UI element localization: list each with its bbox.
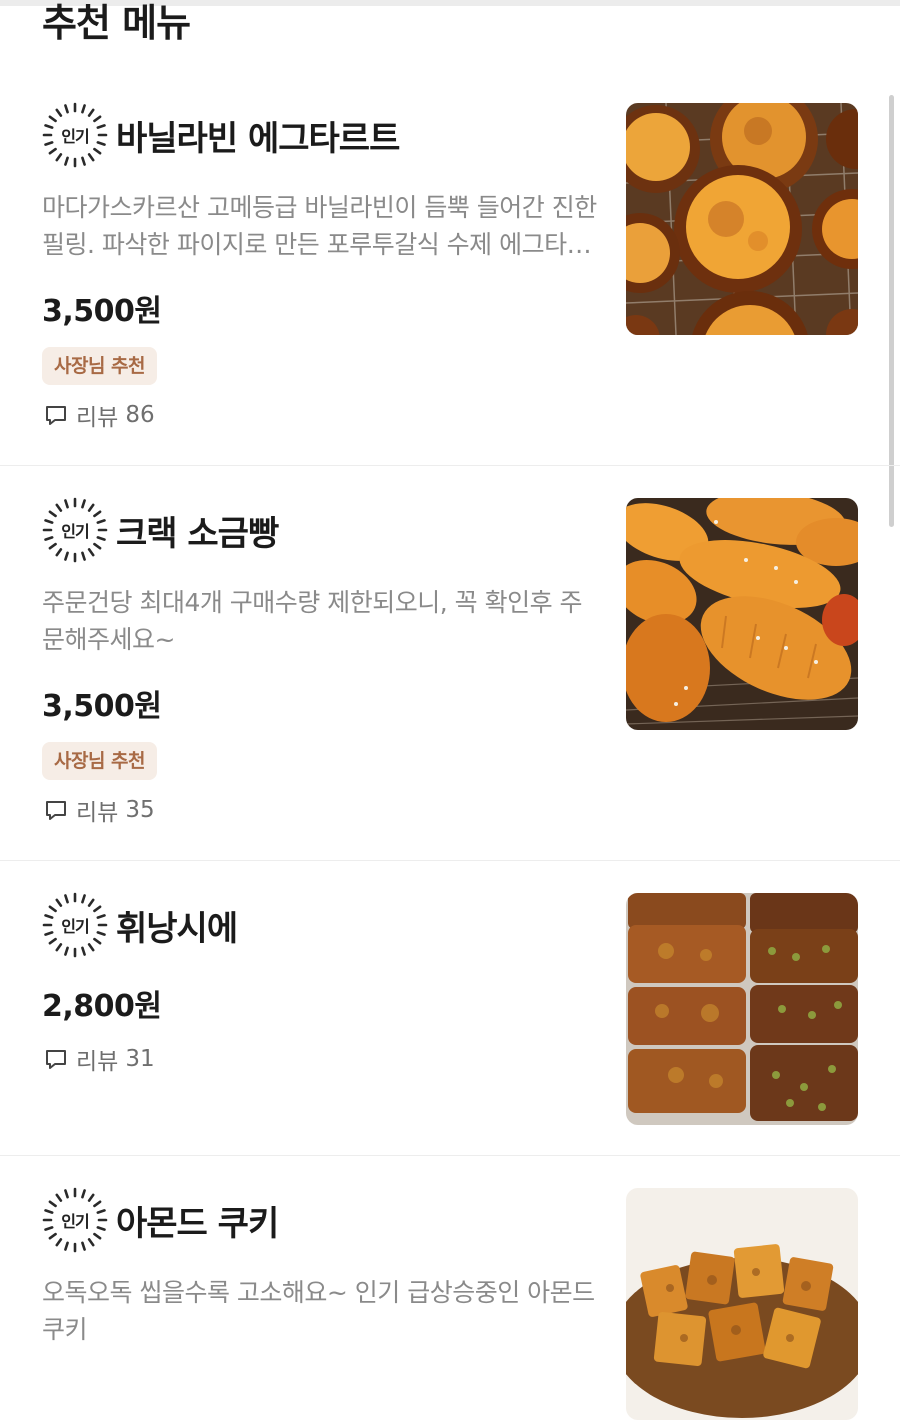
item-title-row: 인기 바닐라빈 에그타르트	[42, 102, 400, 168]
menu-item-almond-cookie[interactable]: 인기 아몬드 쿠키 오독오독 씹을수록 고소해요~ 인기 급상승중인 아몬드쿠키	[0, 1156, 900, 1420]
almond-cookie-photo[interactable]	[626, 1188, 858, 1420]
item-price: 3,500원	[42, 294, 162, 329]
item-name: 휘낭시에	[116, 908, 238, 949]
item-title-row: 인기 휘낭시에	[42, 892, 238, 958]
item-description: 주문건당 최대4개 구매수량 제한되오니, 꼭 확인후 주문해주세요~	[42, 588, 583, 654]
review-bubble-icon	[46, 801, 66, 820]
item-name: 바닐라빈 에그타르트	[116, 118, 400, 159]
section-title: 추천 메뉴	[42, 1, 191, 45]
item-description: 마다가스카르산 고메등급 바닐라빈이 듬뿍 들어간 진한 필링. 파삭한 파이지…	[42, 193, 597, 259]
review-label: 리뷰	[76, 1049, 119, 1075]
financier-photo[interactable]	[626, 893, 858, 1125]
review-count: 리뷰 31	[44, 1044, 155, 1075]
salt-bread-photo[interactable]	[626, 498, 858, 730]
popular-badge: 인기	[42, 497, 108, 563]
review-number: 86	[125, 402, 155, 428]
item-name: 크랙 소금빵	[116, 513, 279, 554]
popular-badge-text: 인기	[61, 522, 89, 541]
popular-badge: 인기	[42, 1187, 108, 1253]
item-name: 아몬드 쿠키	[116, 1203, 279, 1244]
item-price: 2,800원	[42, 989, 162, 1024]
menu-item-egg-tart[interactable]: 인기 바닐라빈 에그타르트 마다가스카르산 고메등급 바닐라빈이 듬뿍 들어간 …	[0, 100, 900, 466]
item-description: 오독오독 씹을수록 고소해요~ 인기 급상승중인 아몬드쿠키	[42, 1278, 595, 1344]
item-title-row: 인기 아몬드 쿠키	[42, 1187, 279, 1253]
popular-badge: 인기	[42, 102, 108, 168]
review-number: 35	[125, 797, 155, 823]
review-bubble-icon	[46, 406, 66, 425]
owner-recommend-tag: 사장님 추천	[42, 742, 158, 780]
menu-item-salt-bread[interactable]: 인기 크랙 소금빵 주문건당 최대4개 구매수량 제한되오니, 꼭 확인후 주문…	[0, 466, 900, 861]
review-label: 리뷰	[76, 405, 119, 431]
review-count: 리뷰 86	[44, 400, 155, 431]
popular-badge-text: 인기	[61, 1212, 89, 1231]
review-label: 리뷰	[76, 800, 119, 826]
egg-tart-photo[interactable]	[626, 103, 858, 335]
item-price: 3,500원	[42, 689, 162, 724]
review-count: 리뷰 35	[44, 795, 155, 826]
menu-item-financier[interactable]: 인기 휘낭시에 2,800원 리뷰 31	[0, 861, 900, 1156]
popular-badge-text: 인기	[61, 127, 89, 146]
item-title-row: 인기 크랙 소금빵	[42, 497, 279, 563]
owner-recommend-tag: 사장님 추천	[42, 347, 158, 385]
review-number: 31	[125, 1046, 155, 1072]
popular-badge-text: 인기	[61, 917, 89, 936]
popular-badge: 인기	[42, 892, 108, 958]
review-bubble-icon	[46, 1050, 66, 1069]
